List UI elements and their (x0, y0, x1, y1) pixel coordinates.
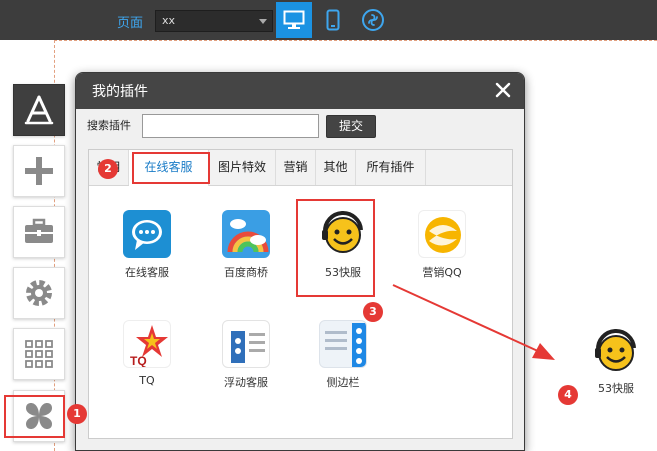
search-input[interactable] (142, 114, 319, 138)
sidebar-icon (319, 320, 367, 368)
desktop-icon (283, 10, 305, 29)
smiley-headset-icon (595, 328, 636, 371)
svg-text:TQ: TQ (130, 354, 147, 368)
page-select[interactable]: xx (155, 10, 273, 32)
tab-image-effects[interactable]: 图片特效 (209, 150, 276, 185)
step-badge-4: 4 (558, 385, 578, 405)
grid-icon (25, 340, 53, 368)
desktop-view-button[interactable] (276, 2, 312, 38)
marketing-qq-icon (418, 210, 466, 258)
chat-bubble-icon (123, 210, 171, 258)
submit-button[interactable]: 提交 (326, 115, 376, 138)
highlight-53kf-plugin (296, 199, 375, 297)
tab-marketing[interactable]: 营销 (276, 150, 316, 185)
page-select-value: xx (162, 14, 176, 27)
highlight-online-service-tab (132, 152, 210, 184)
dropped-53kf-plugin: 53快服 (580, 328, 652, 396)
dropped-plugin-label: 53快服 (598, 382, 634, 395)
sidebar-add-button[interactable] (13, 145, 65, 197)
plugin-label: TQ (139, 374, 155, 387)
plugin-label: 浮动客服 (224, 376, 268, 389)
highlight-plugin-button (4, 395, 65, 438)
mobile-icon (326, 9, 340, 31)
step-badge-2: 2 (98, 159, 118, 179)
plugin-label: 百度商桥 (224, 266, 268, 279)
top-toolbar: 页面 xx (0, 0, 657, 40)
step-badge-1: 1 (67, 404, 87, 424)
miniprogram-icon (362, 9, 384, 31)
tab-other[interactable]: 其他 (316, 150, 356, 185)
toolbox-icon (25, 218, 53, 243)
plugin-marketing-qq[interactable]: 营销QQ (402, 210, 482, 280)
plugin-sidebar[interactable]: 侧边栏 (303, 320, 383, 390)
plus-icon (25, 157, 53, 185)
plugin-online-service[interactable]: 在线客服 (107, 210, 187, 280)
mobile-view-button[interactable] (315, 2, 351, 38)
chevron-down-icon (259, 19, 267, 24)
rainbow-icon (222, 210, 270, 258)
miniprogram-view-button[interactable] (355, 2, 391, 38)
tq-star-icon: TQ (123, 320, 171, 368)
plugin-tq[interactable]: TQ TQ (107, 320, 187, 387)
sidebar-settings-button[interactable] (13, 267, 65, 319)
plugin-label: 营销QQ (422, 266, 462, 279)
gear-icon (26, 280, 52, 306)
plugin-floating-service[interactable]: 浮动客服 (206, 320, 286, 390)
float-service-icon (222, 320, 270, 368)
panel-title: 我的插件 (92, 84, 148, 100)
tab-all-plugins[interactable]: 所有插件 (356, 150, 426, 185)
canvas-guide-horizontal (54, 40, 657, 41)
sidebar-grid-button[interactable] (13, 328, 65, 380)
sidebar-app-store-button[interactable] (13, 84, 65, 136)
plugin-label: 侧边栏 (326, 376, 360, 389)
plugin-baidu-bridge[interactable]: 百度商桥 (206, 210, 286, 280)
sidebar-toolbox-button[interactable] (13, 206, 65, 258)
appstore-icon (24, 95, 54, 125)
search-label: 搜索插件 (87, 119, 131, 132)
page-label: 页面 (117, 16, 144, 31)
plugin-label: 在线客服 (125, 266, 169, 279)
panel-header: 我的插件 (76, 73, 524, 109)
step-badge-3: 3 (363, 302, 383, 322)
close-icon[interactable] (494, 81, 512, 99)
